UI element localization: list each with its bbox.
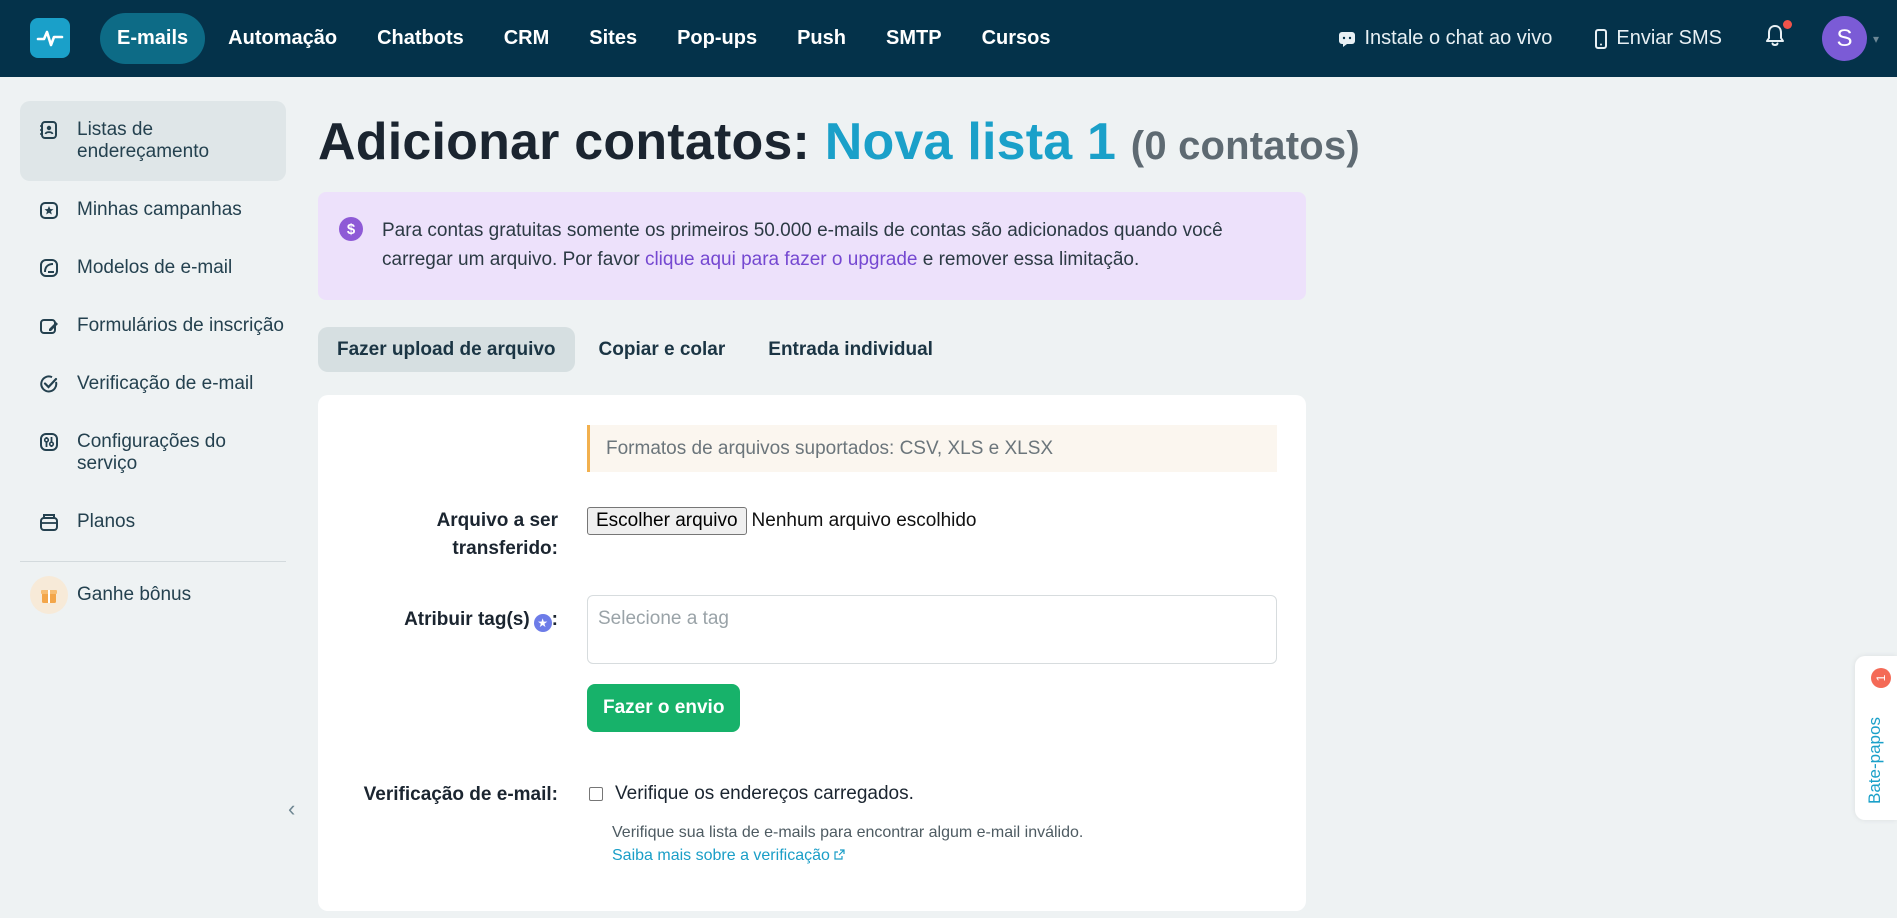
check-circle-icon — [38, 373, 60, 395]
nav-item-emails[interactable]: E-mails — [100, 13, 206, 64]
verify-help: Verifique sua lista de e-mails para enco… — [612, 821, 1083, 867]
sidebar-item-label: Planos — [77, 511, 136, 532]
chat-bubble-icon — [1339, 31, 1356, 47]
star-icon[interactable]: ★ — [533, 614, 552, 632]
sidebar-item-signup-forms[interactable]: Formulários de inscrição — [20, 297, 286, 355]
tab-individual-entry[interactable]: Entrada individual — [749, 327, 952, 372]
choose-file-button[interactable]: Escolher arquivo — [587, 507, 747, 535]
phone-icon — [1595, 28, 1608, 49]
sidebar-item-label: Listas de endereçamento — [77, 119, 210, 162]
chat-badge: 1 — [1871, 668, 1891, 688]
sidebar-item-label: Minhas campanhas — [77, 199, 242, 220]
import-tabs: Fazer upload de arquivo Copiar e colar E… — [318, 327, 1306, 372]
chat-widget-tab[interactable]: 1 Bate-papos — [1855, 656, 1897, 820]
tag-placeholder: Selecione a tag — [598, 608, 729, 629]
collapse-sidebar-chevron-left-icon[interactable]: ‹ — [288, 796, 295, 822]
nav-item-courses[interactable]: Cursos — [965, 13, 1068, 64]
contacts-count: (0 contatos) — [1130, 124, 1360, 168]
main-nav: E-mails Automação Chatbots CRM Sites Pop… — [100, 13, 1073, 64]
top-navbar: E-mails Automação Chatbots CRM Sites Pop… — [0, 0, 1897, 77]
sidebar-item-email-verification[interactable]: Verificação de e-mail — [20, 355, 286, 413]
tab-copy-paste[interactable]: Copiar e colar — [580, 327, 745, 372]
page-title-prefix: Adicionar contatos: — [318, 113, 811, 171]
sidebar-item-earn-bonus[interactable]: Ganhe bônus — [20, 566, 286, 624]
logo-icon[interactable] — [30, 18, 70, 58]
verify-option: Verifique os endereços carregados. — [587, 783, 914, 805]
upgrade-notice: $ Para contas gratuitas somente os prime… — [318, 192, 1306, 300]
sidebar-item-campaigns[interactable]: Minhas campanhas — [20, 181, 286, 239]
dollar-icon: $ — [339, 217, 363, 241]
live-chat-link[interactable]: Instale o chat ao vivo — [1338, 27, 1552, 50]
sidebar-divider — [20, 561, 286, 562]
settings-sliders-icon — [38, 431, 60, 453]
live-chat-label: Instale o chat ao vivo — [1364, 27, 1553, 49]
verify-help-text: Verifique sua lista de e-mails para enco… — [612, 824, 1084, 841]
notification-dot — [1782, 20, 1792, 29]
nav-item-smtp[interactable]: SMTP — [869, 13, 959, 64]
main-content: Adicionar contatos: Nova lista 1 (0 cont… — [318, 112, 1360, 911]
tag-label-colon: : — [551, 609, 558, 630]
nav-item-crm[interactable]: CRM — [487, 13, 567, 64]
verify-checkbox-label[interactable]: Verifique os endereços carregados. — [615, 783, 914, 805]
sidebar-item-label: Ganhe bônus — [77, 584, 192, 605]
send-sms-link[interactable]: Enviar SMS — [1594, 27, 1722, 50]
sidebar-item-label: Formulários de inscrição — [77, 315, 284, 336]
tag-label: Atribuir tag(s) ★: — [404, 606, 558, 634]
template-icon — [38, 257, 60, 279]
submit-upload-button[interactable]: Fazer o envio — [587, 684, 741, 732]
upload-form-card: Formatos de arquivos suportados: CSV, XL… — [318, 395, 1306, 911]
campaign-icon — [38, 199, 60, 221]
nav-item-popups[interactable]: Pop-ups — [660, 13, 774, 64]
file-label: Arquivo a ser transferido: — [436, 510, 558, 559]
verification-label: Verificação de e-mail: — [363, 784, 558, 805]
tag-label-text: Atribuir tag(s) — [404, 609, 530, 630]
notifications-bell-icon[interactable] — [1764, 20, 1792, 53]
upgrade-link[interactable]: clique aqui para fazer o upgrade — [645, 249, 918, 270]
form-edit-icon — [38, 315, 60, 337]
contacts-book-icon — [38, 119, 60, 141]
file-input: Escolher arquivo Nenhum arquivo escolhid… — [587, 507, 977, 535]
nav-item-sites[interactable]: Sites — [572, 13, 654, 64]
verify-checkbox[interactable] — [589, 787, 603, 801]
verification-learn-more-link[interactable]: Saiba mais sobre a verificação — [612, 847, 845, 864]
sidebar-item-label: Configurações do serviço — [77, 431, 226, 474]
wallet-icon — [38, 511, 60, 533]
sidebar-item-label: Modelos de e-mail — [77, 257, 233, 278]
sidebar-item-plans[interactable]: Planos — [20, 493, 286, 551]
nav-item-chatbots[interactable]: Chatbots — [360, 13, 481, 64]
tab-upload-file[interactable]: Fazer upload de arquivo — [318, 327, 575, 372]
external-link-icon — [834, 849, 845, 860]
top-right-actions: Instale o chat ao vivo Enviar SMS S ▾ — [1338, 0, 1897, 77]
notice-text-end: e remover essa limitação. — [917, 249, 1140, 270]
sidebar-item-mailing-lists[interactable]: Listas de endereçamento — [20, 101, 286, 181]
supported-formats-note: Formatos de arquivos suportados: CSV, XL… — [587, 425, 1277, 472]
gift-icon — [30, 576, 68, 614]
chat-tab-label: Bate-papos — [1865, 717, 1884, 804]
tag-select-input[interactable]: Selecione a tag — [587, 595, 1277, 664]
sidebar-item-label: Verificação de e-mail — [77, 373, 254, 394]
file-status: Nenhum arquivo escolhido — [751, 510, 977, 531]
nav-item-push[interactable]: Push — [780, 13, 863, 64]
sidebar-item-service-settings[interactable]: Configurações do serviço — [20, 413, 286, 493]
avatar[interactable]: S — [1821, 16, 1867, 61]
sidebar-item-templates[interactable]: Modelos de e-mail — [20, 239, 286, 297]
nav-item-automation[interactable]: Automação — [211, 13, 354, 64]
chevron-down-icon[interactable]: ▾ — [1873, 32, 1879, 46]
list-name: Nova lista 1 — [824, 113, 1117, 171]
page-title: Adicionar contatos: Nova lista 1 (0 cont… — [318, 112, 1360, 172]
sidebar: Listas de endereçamento Minhas campanhas… — [20, 101, 286, 624]
send-sms-label: Enviar SMS — [1616, 27, 1722, 49]
